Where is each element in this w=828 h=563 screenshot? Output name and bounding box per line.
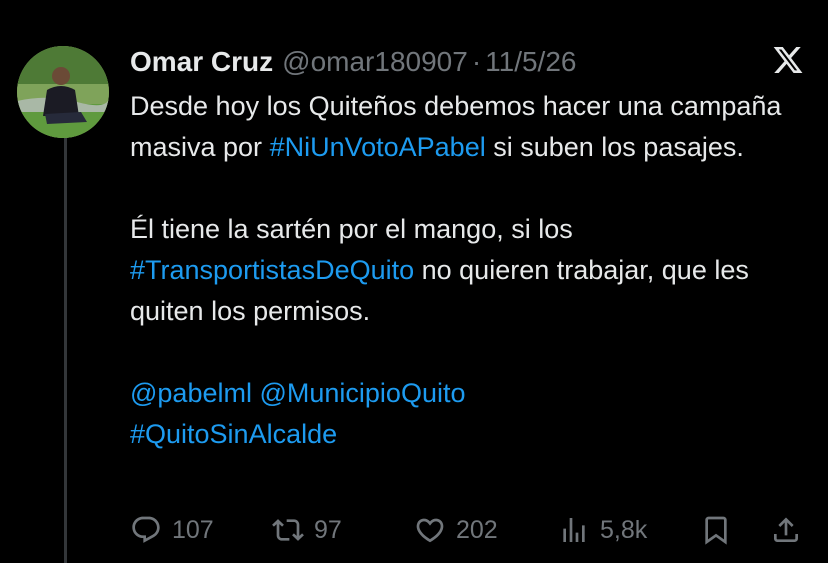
views-count: 5,8k xyxy=(600,515,648,544)
tweet-body: Desde hoy los Quiteños debemos hacer una… xyxy=(130,86,800,455)
reply-count: 107 xyxy=(172,515,214,544)
bookmark-button[interactable] xyxy=(700,508,732,552)
like-button[interactable]: 202 xyxy=(414,508,498,552)
views-button[interactable]: 5,8k xyxy=(558,508,647,552)
mention-link[interactable]: @MunicipioQuito xyxy=(259,378,465,408)
tweet-paragraph: Desde hoy los Quiteños debemos hacer una… xyxy=(130,86,800,168)
separator-dot: · xyxy=(471,46,482,77)
author-handle[interactable]: @omar180907 xyxy=(282,46,468,78)
reply-icon xyxy=(132,516,160,543)
tweet-paragraph: @pabelml @MunicipioQuito #QuitoSinAlcalde xyxy=(130,373,800,455)
tweet-header: Omar Cruz @omar180907 · 11/5/26 xyxy=(130,43,576,81)
like-count: 202 xyxy=(456,515,498,544)
hashtag-link[interactable]: #TransportistasDeQuito xyxy=(130,255,414,285)
avatar[interactable] xyxy=(17,46,109,138)
hashtag-link[interactable]: #NiUnVotoAPabel xyxy=(270,132,486,162)
tweet-paragraph: Él tiene la sartén por el mango, si los … xyxy=(130,209,800,332)
reply-button[interactable]: 107 xyxy=(130,508,214,552)
tweet-text: Él tiene la sartén por el mango, si los xyxy=(130,214,573,244)
x-logo-icon[interactable] xyxy=(772,44,804,76)
repost-count: 97 xyxy=(314,515,342,544)
avatar-photo xyxy=(17,46,109,138)
action-bar: 107 97 202 5,8k xyxy=(130,508,810,552)
tweet-text: si suben los pasajes. xyxy=(485,132,744,162)
bookmark-icon xyxy=(705,516,727,545)
views-icon xyxy=(563,518,585,542)
heart-icon xyxy=(416,518,444,543)
thread-line xyxy=(64,134,67,563)
hashtag-link[interactable]: #QuitoSinAlcalde xyxy=(130,419,337,449)
mention-link[interactable]: @pabelml xyxy=(130,378,252,408)
share-icon xyxy=(774,517,798,542)
tweet-date[interactable]: 11/5/26 xyxy=(485,46,576,78)
share-button[interactable] xyxy=(770,508,802,552)
author-name[interactable]: Omar Cruz xyxy=(130,46,273,78)
repost-button[interactable]: 97 xyxy=(272,508,342,552)
repost-icon xyxy=(272,519,304,541)
